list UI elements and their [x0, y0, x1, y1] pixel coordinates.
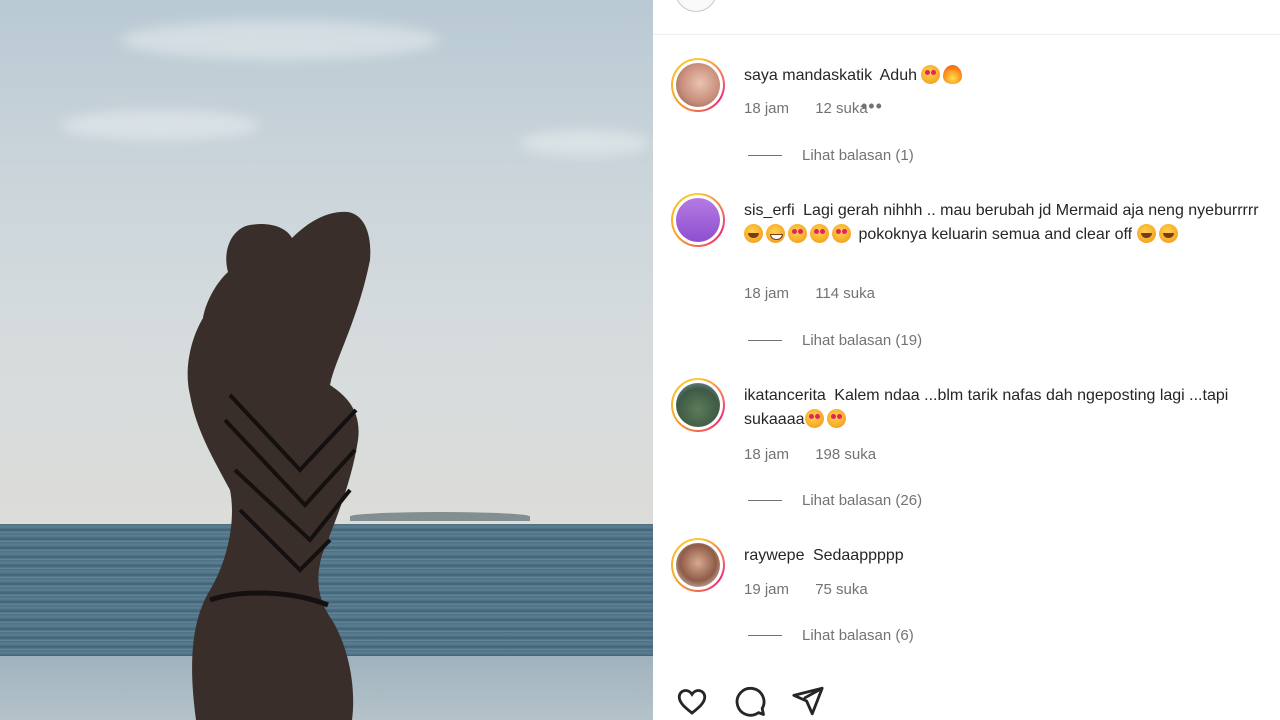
comment-time[interactable]: 18 jam	[744, 285, 789, 302]
avatar[interactable]	[671, 378, 725, 432]
comment-likes[interactable]: 198 suka	[815, 446, 876, 463]
comment-username[interactable]: saya mandaskatik	[744, 67, 872, 84]
post-author-avatar[interactable]	[675, 0, 717, 12]
view-replies-label: Lihat balasan (26)	[802, 492, 923, 509]
view-replies-button[interactable]: Lihat balasan (1)	[748, 147, 914, 164]
comment-likes[interactable]: 12 suka	[815, 100, 868, 117]
heart-eyes-emoji-icon	[832, 224, 851, 243]
comments-panel: saya mandaskatik Aduh 18 jam 12 suka •••…	[653, 0, 1280, 720]
comment-meta: 19 jam 75 suka	[744, 581, 890, 598]
heart-eyes-emoji-icon	[804, 409, 824, 428]
divider-line	[748, 500, 782, 501]
comment-meta: 18 jam 198 suka	[744, 446, 898, 463]
heart-eyes-emoji-icon	[788, 224, 807, 243]
person-silhouette	[187, 211, 371, 720]
more-options-icon[interactable]: •••	[861, 96, 883, 117]
divider-line	[748, 340, 782, 341]
comment-text: saya mandaskatik Aduh	[744, 64, 1264, 88]
view-replies-button[interactable]: Lihat balasan (19)	[748, 332, 922, 349]
comment-body: pokoknya keluarin semua and clear off	[858, 226, 1133, 243]
fire-emoji-icon	[943, 65, 963, 84]
comment-time[interactable]: 19 jam	[744, 581, 789, 598]
divider-line	[748, 635, 782, 636]
comment-username[interactable]: sis_erfi	[744, 202, 795, 219]
comment-likes[interactable]: 75 suka	[815, 581, 868, 598]
view-replies-label: Lihat balasan (6)	[802, 627, 914, 644]
avatar[interactable]	[671, 538, 725, 592]
heart-icon[interactable]	[675, 684, 709, 718]
comment-username[interactable]: ikatancerita	[744, 387, 826, 404]
post-photo[interactable]	[0, 0, 653, 720]
comment-icon[interactable]	[733, 684, 767, 718]
heart-eyes-emoji-icon	[921, 65, 941, 84]
comment-text: ikatancerita Kalem ndaa ...blm tarik naf…	[744, 384, 1264, 432]
comment-text: raywepe Sedaappppp	[744, 544, 1264, 568]
divider	[653, 34, 1280, 35]
comment-username[interactable]: raywepe	[744, 547, 804, 564]
comment-text: sis_erfi Lagi gerah nihhh .. mau berubah…	[744, 199, 1264, 247]
view-replies-button[interactable]: Lihat balasan (26)	[748, 492, 922, 509]
post-actions-bar	[675, 684, 825, 720]
comment-body: Aduh	[879, 67, 917, 84]
rofl-emoji-icon	[1158, 224, 1178, 243]
comment-meta: 18 jam 114 suka	[744, 285, 897, 302]
avatar[interactable]	[671, 193, 725, 247]
comment-time[interactable]: 18 jam	[744, 446, 789, 463]
rofl-emoji-icon	[1136, 224, 1156, 243]
comment-likes[interactable]: 114 suka	[815, 285, 875, 302]
rofl-emoji-icon	[744, 224, 763, 243]
comment-body: Sedaappppp	[812, 547, 904, 564]
comment-body: Lagi gerah nihhh .. mau berubah jd Merma…	[803, 202, 1259, 219]
divider-line	[748, 155, 782, 156]
heart-eyes-emoji-icon	[810, 224, 829, 243]
heart-eyes-emoji-icon	[826, 409, 846, 428]
avatar[interactable]	[671, 58, 725, 112]
comment-time[interactable]: 18 jam	[744, 100, 789, 117]
view-replies-label: Lihat balasan (19)	[802, 332, 923, 349]
view-replies-button[interactable]: Lihat balasan (6)	[748, 627, 914, 644]
view-replies-label: Lihat balasan (1)	[802, 147, 914, 164]
share-icon[interactable]	[791, 684, 825, 718]
grin-emoji-icon	[766, 224, 785, 243]
